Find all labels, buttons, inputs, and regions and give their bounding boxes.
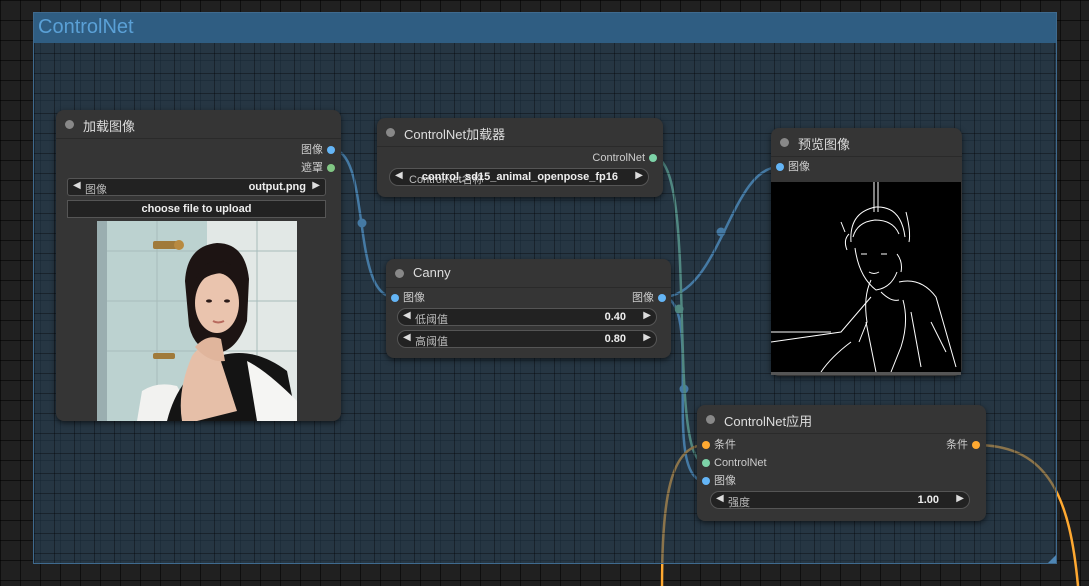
high-threshold-widget[interactable]: ◀ 高阈值 0.80 ▶ (397, 330, 657, 348)
widget-label: 强度 (728, 497, 750, 509)
output-dot[interactable] (327, 164, 335, 172)
portrait-photo (97, 221, 297, 421)
arrow-right-icon[interactable]: ▶ (956, 493, 964, 504)
controlnet-apply-node[interactable]: ControlNet应用 条件 ControlNet 图像 条件 ◀ 强度 1.… (697, 405, 986, 521)
node-title: 预览图像 (798, 137, 851, 152)
widget-value: output.png (248, 181, 306, 193)
node-header[interactable]: ControlNet应用 (697, 405, 986, 434)
input-dot[interactable] (391, 294, 399, 302)
slot-label: 图像 (632, 292, 654, 304)
arrow-left-icon[interactable]: ◀ (403, 310, 411, 321)
node-title: ControlNet加载器 (404, 127, 506, 142)
node-collapse-dot[interactable] (386, 128, 395, 137)
widget-label: 图像 (85, 184, 107, 196)
output-slot-image[interactable]: 图像 (632, 291, 666, 305)
output-dot[interactable] (649, 154, 657, 162)
output-dot[interactable] (327, 146, 335, 154)
input-dot[interactable] (776, 163, 784, 171)
widget-value: 1.00 (917, 494, 939, 506)
input-slot-controlnet[interactable]: ControlNet (702, 456, 767, 470)
node-collapse-dot[interactable] (65, 120, 74, 129)
slot-label: ControlNet (714, 457, 767, 469)
output-slot-controlnet[interactable]: ControlNet (592, 151, 657, 165)
input-dot[interactable] (702, 477, 710, 485)
slot-label: 条件 (946, 439, 968, 451)
node-title: ControlNet应用 (724, 414, 813, 429)
node-header[interactable]: Canny (386, 259, 671, 288)
slot-label: 图像 (301, 144, 323, 156)
output-slot-mask[interactable]: 遮罩 (301, 161, 335, 175)
arrow-right-icon[interactable]: ▶ (643, 310, 651, 321)
arrow-left-icon[interactable]: ◀ (716, 493, 724, 504)
load-image-node[interactable]: 加载图像 图像 遮罩 ◀ 图像 output.png ▶ choose file… (56, 110, 341, 421)
input-slot-image[interactable]: 图像 (391, 291, 425, 305)
output-dot[interactable] (972, 441, 980, 449)
output-slot-conditioning[interactable]: 条件 (946, 438, 980, 452)
arrow-right-icon[interactable]: ▶ (643, 332, 651, 343)
slot-label: 图像 (788, 161, 810, 173)
widget-value: 0.40 (604, 311, 626, 323)
output-dot[interactable] (658, 294, 666, 302)
canny-preview-image (770, 182, 961, 375)
input-slot-image[interactable]: 图像 (702, 474, 736, 488)
slot-label: 图像 (403, 292, 425, 304)
input-dot[interactable] (702, 459, 710, 467)
controlnet-loader-node[interactable]: ControlNet加载器 ControlNet ◀ ControlNet名称 … (377, 118, 663, 197)
node-collapse-dot[interactable] (706, 415, 715, 424)
image-combo-widget[interactable]: ◀ 图像 output.png ▶ (67, 178, 326, 196)
node-collapse-dot[interactable] (780, 138, 789, 147)
node-title: 加载图像 (83, 119, 136, 134)
arrow-left-icon[interactable]: ◀ (73, 180, 81, 191)
image-preview-photo (97, 221, 297, 421)
node-header[interactable]: ControlNet加载器 (377, 118, 663, 147)
slot-label: 遮罩 (301, 162, 323, 174)
widget-label: 低阈值 (415, 314, 448, 326)
widget-value: control_sd15_animal_openpose_fp16 (421, 171, 618, 183)
node-collapse-dot[interactable] (395, 269, 404, 278)
arrow-left-icon[interactable]: ◀ (395, 170, 403, 181)
edge-map (770, 182, 957, 373)
upload-button[interactable]: choose file to upload (67, 200, 326, 218)
group-title: ControlNet (38, 16, 134, 38)
preview-image-node[interactable]: 预览图像 图像 (770, 128, 962, 376)
arrow-right-icon[interactable]: ▶ (635, 170, 643, 181)
canny-node[interactable]: Canny 图像 图像 ◀ 低阈值 0.40 ▶ ◀ 高阈值 0.80 ▶ (386, 259, 671, 358)
strength-widget[interactable]: ◀ 强度 1.00 ▶ (710, 491, 970, 509)
arrow-right-icon[interactable]: ▶ (312, 180, 320, 191)
input-slot-conditioning[interactable]: 条件 (702, 438, 736, 452)
group-resize-handle[interactable] (1048, 555, 1056, 563)
slot-label: 图像 (714, 475, 736, 487)
input-slot-image[interactable]: 图像 (776, 160, 810, 174)
widget-label: 高阈值 (415, 336, 448, 348)
node-header[interactable]: 加载图像 (56, 110, 341, 139)
group-header[interactable]: ControlNet (34, 13, 1056, 43)
output-slot-image[interactable]: 图像 (301, 143, 335, 157)
node-title: Canny (413, 265, 451, 280)
widget-value: 0.80 (604, 333, 626, 345)
controlnet-name-widget[interactable]: ◀ ControlNet名称 control_sd15_animal_openp… (389, 168, 649, 186)
slot-label: ControlNet (592, 152, 645, 164)
node-header[interactable]: 预览图像 (771, 128, 962, 157)
arrow-left-icon[interactable]: ◀ (403, 332, 411, 343)
low-threshold-widget[interactable]: ◀ 低阈值 0.40 ▶ (397, 308, 657, 326)
slot-label: 条件 (714, 439, 736, 451)
input-dot[interactable] (702, 441, 710, 449)
